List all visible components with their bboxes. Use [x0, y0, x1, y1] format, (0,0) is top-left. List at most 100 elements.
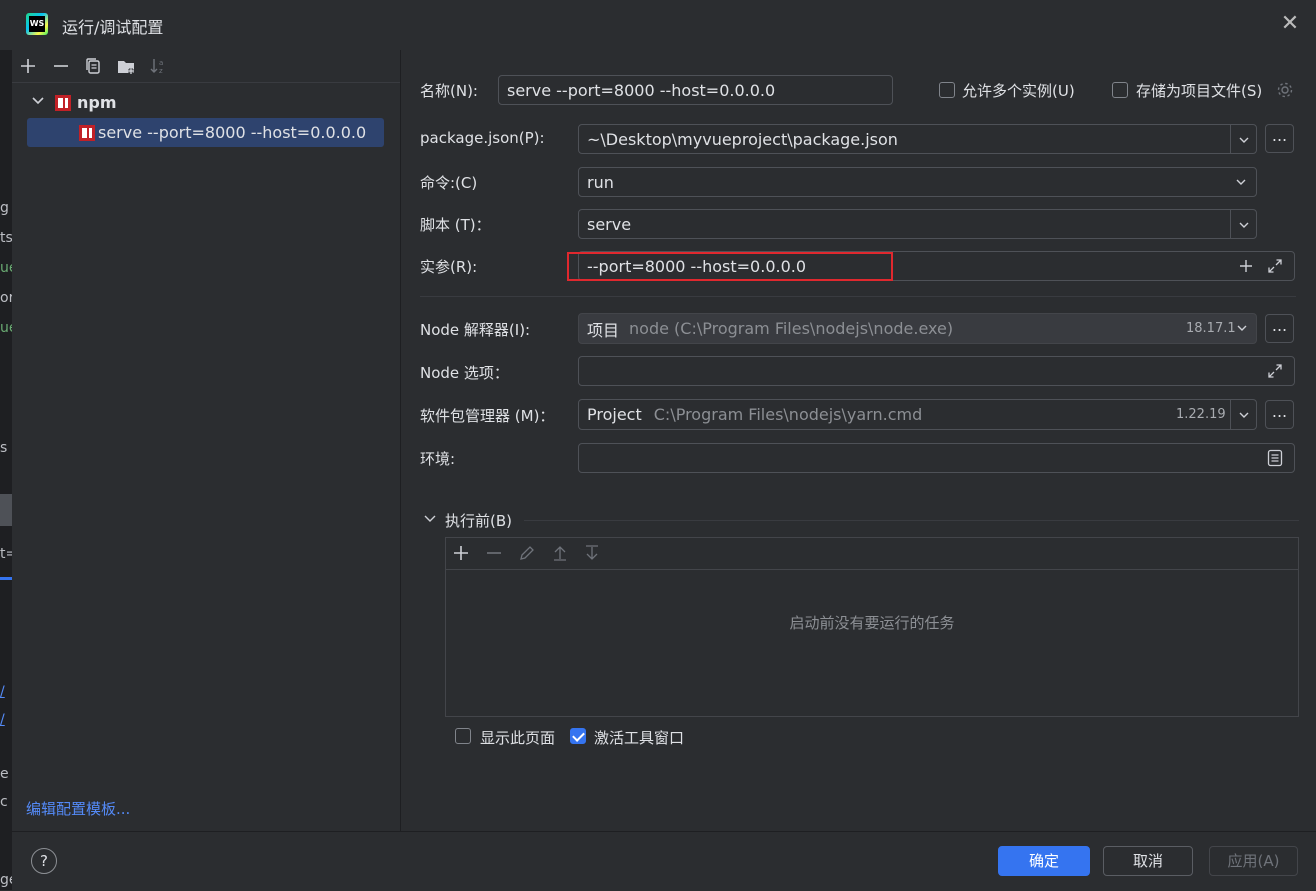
ok-button[interactable]: 确定	[998, 846, 1090, 876]
editor-fragment: /	[0, 684, 5, 700]
webstorm-logo-icon: WS	[26, 13, 48, 35]
chevron-down-icon	[1236, 179, 1246, 185]
copy-icon[interactable]	[83, 56, 103, 76]
move-down-icon[interactable]	[581, 542, 603, 564]
logo-text: WS	[29, 16, 45, 32]
node-options-input[interactable]	[578, 356, 1295, 386]
package-json-value: ~\Desktop\myvueproject\package.json	[587, 129, 898, 149]
editor-fragment: c	[0, 794, 8, 810]
editor-tab-underline	[0, 577, 12, 580]
npm-config-icon	[79, 125, 95, 141]
environment-label: 环境:	[420, 450, 456, 468]
scripts-value: serve	[587, 214, 632, 234]
editor-fragment: g	[0, 200, 9, 216]
package-json-dropdown[interactable]	[1230, 124, 1257, 154]
editor-fragment: t=	[0, 546, 12, 562]
editor-tab-fragment	[0, 494, 12, 526]
node-interpreter-prefix: 项目	[587, 320, 620, 340]
command-select[interactable]: run	[578, 167, 1257, 197]
before-launch-title[interactable]: 执行前(B)	[445, 510, 512, 531]
command-label: 命令:(C)	[420, 174, 478, 192]
title-bar	[0, 0, 1316, 50]
window-title: 运行/调试配置	[62, 18, 164, 37]
before-launch-divider	[524, 520, 1299, 521]
chevron-down-icon	[1239, 222, 1249, 228]
sort-alphabetically-icon[interactable]: az	[148, 56, 168, 76]
environment-input[interactable]	[578, 443, 1295, 473]
editor-fragment: /	[0, 712, 5, 728]
package-manager-input[interactable]: Project C:\Program Files\nodejs\yarn.cmd	[578, 399, 1231, 430]
editor-fragment: e	[0, 766, 9, 782]
tree-item-serve-config[interactable]: serve --port=8000 --host=0.0.0.0	[98, 123, 366, 142]
package-manager-browse-button[interactable]: ...	[1265, 400, 1294, 429]
scripts-dropdown[interactable]	[1230, 209, 1257, 239]
node-options-label: Node 选项：	[420, 364, 509, 382]
store-as-project-file-label: 存储为项目文件(S)	[1136, 82, 1263, 100]
editor-fragment: ue	[0, 320, 12, 336]
show-page-label: 显示此页面	[480, 729, 556, 747]
remove-icon[interactable]	[483, 542, 505, 564]
tree-group-npm[interactable]: npm	[77, 93, 117, 112]
edit-list-icon[interactable]	[1267, 449, 1283, 467]
arguments-label: 实参(R):	[420, 258, 478, 276]
store-as-project-file-checkbox[interactable]	[1112, 82, 1128, 98]
add-icon[interactable]	[18, 56, 38, 76]
cancel-button[interactable]: 取消	[1103, 846, 1193, 876]
svg-text:z: z	[159, 67, 163, 75]
gear-icon[interactable]	[1276, 81, 1294, 99]
section-separator	[420, 296, 1296, 297]
pencil-icon[interactable]	[516, 542, 538, 564]
help-button[interactable]: ?	[31, 848, 57, 874]
node-interpreter-select[interactable]: 项目 node (C:\Program Files\nodejs\node.ex…	[578, 313, 1257, 344]
package-manager-dropdown[interactable]	[1230, 399, 1257, 430]
package-json-label: package.json(P):	[420, 129, 545, 147]
before-launch-empty-text: 启动前没有要运行的任务	[789, 614, 955, 632]
name-value: serve --port=8000 --host=0.0.0.0	[507, 80, 776, 100]
background-editor-strip: s g ts ue or ue s t= / / e c ge	[0, 50, 12, 890]
configuration-tree-panel	[12, 50, 401, 831]
node-version: 18.17.1	[1186, 321, 1236, 336]
move-up-icon[interactable]	[549, 542, 571, 564]
editor-fragment: or	[0, 290, 12, 306]
editor-fragment: ue	[0, 260, 12, 276]
chevron-down-icon[interactable]	[31, 94, 45, 108]
package-manager-prefix: Project	[587, 405, 642, 424]
chevron-down-icon	[1239, 412, 1249, 418]
expand-icon[interactable]	[1267, 363, 1283, 379]
allow-multiple-instances-label: 允许多个实例(U)	[962, 82, 1075, 100]
npm-icon	[55, 95, 71, 111]
name-input[interactable]: serve --port=8000 --host=0.0.0.0	[498, 75, 893, 105]
activate-tool-window-label: 激活工具窗口	[594, 729, 685, 747]
editor-fragment: ge	[0, 872, 12, 888]
chevron-down-icon[interactable]	[424, 514, 436, 524]
package-json-input[interactable]: ~\Desktop\myvueproject\package.json	[578, 124, 1231, 154]
new-folder-icon[interactable]	[116, 56, 136, 76]
remove-icon[interactable]	[51, 56, 71, 76]
scripts-label: 脚本 (T)：	[420, 216, 491, 234]
package-manager-version: 1.22.19	[1176, 407, 1226, 422]
node-interpreter-browse-button[interactable]: ...	[1265, 314, 1294, 343]
before-launch-toolbar	[446, 538, 1298, 570]
node-interpreter-label: Node 解释器(I):	[420, 321, 531, 339]
chevron-down-icon	[1237, 325, 1247, 331]
node-interpreter-path: node (C:\Program Files\nodejs\node.exe)	[629, 319, 954, 338]
name-label: 名称(N):	[420, 82, 478, 100]
editor-fragment: s	[0, 440, 8, 456]
annotation-highlight-box	[567, 252, 893, 281]
add-icon[interactable]	[1238, 258, 1254, 274]
allow-multiple-instances-checkbox[interactable]	[939, 82, 955, 98]
chevron-down-icon	[1239, 137, 1249, 143]
add-icon[interactable]	[450, 542, 472, 564]
activate-tool-window-checkbox[interactable]	[570, 728, 586, 744]
apply-button[interactable]: 应用(A)	[1209, 846, 1298, 876]
close-icon[interactable]: ✕	[1278, 12, 1302, 36]
edit-configuration-templates-link[interactable]: 编辑配置模板...	[26, 798, 130, 819]
show-page-checkbox[interactable]	[455, 728, 471, 744]
package-json-browse-button[interactable]: ...	[1265, 124, 1294, 153]
editor-fragment: ts	[0, 230, 12, 246]
package-manager-path: C:\Program Files\nodejs\yarn.cmd	[653, 405, 923, 424]
expand-icon[interactable]	[1267, 258, 1283, 274]
svg-text:a: a	[159, 59, 163, 67]
configuration-toolbar: az	[12, 50, 400, 83]
scripts-input[interactable]: serve	[578, 209, 1231, 239]
